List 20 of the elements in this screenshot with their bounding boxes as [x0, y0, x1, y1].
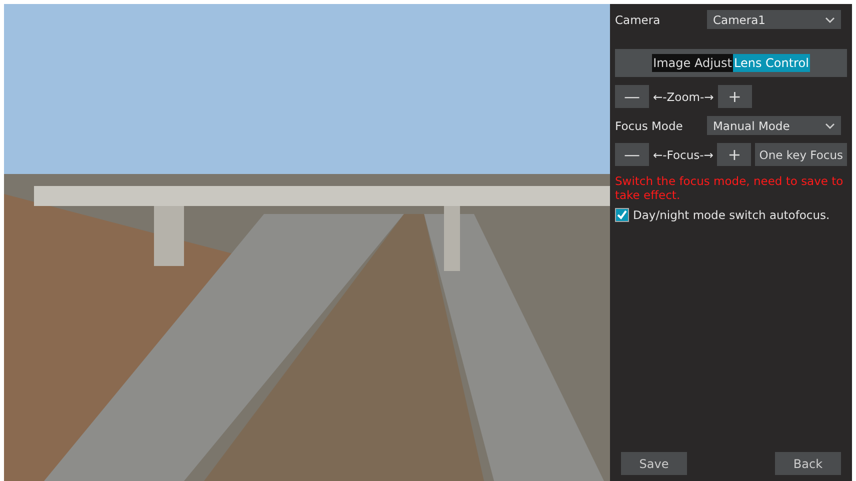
warning-message: Switch the focus mode, need to save to take effect.: [615, 174, 844, 202]
zoom-label: ←-Zoom-→: [652, 90, 715, 104]
focus-plus-button[interactable]: +: [717, 143, 752, 166]
one-key-focus-button[interactable]: One key Focus: [755, 143, 847, 166]
autofocus-label: Day/night mode switch autofocus.: [633, 208, 830, 222]
back-button[interactable]: Back: [775, 452, 841, 475]
camera-dropdown[interactable]: Camera1: [707, 10, 841, 29]
tab[interactable]: Image Adjust: [652, 54, 733, 72]
chevron-icon: [825, 16, 835, 22]
zoom-in-button[interactable]: +: [718, 85, 752, 108]
autofocus-checkbox[interactable]: [615, 208, 629, 222]
chevron-icon: [825, 122, 835, 128]
focus-minus-button[interactable]: —: [615, 143, 649, 166]
focus-mode-label: Focus Mode: [615, 118, 684, 132]
camera-label: Camera: [615, 12, 662, 26]
focus-mode-dropdown[interactable]: Manual Mode: [707, 116, 841, 135]
zoom-out-button[interactable]: —: [615, 85, 649, 108]
tab[interactable]: Lens Control: [733, 54, 810, 72]
focus-label: ←-Focus-→: [652, 148, 714, 162]
save-button[interactable]: Save: [621, 452, 687, 475]
